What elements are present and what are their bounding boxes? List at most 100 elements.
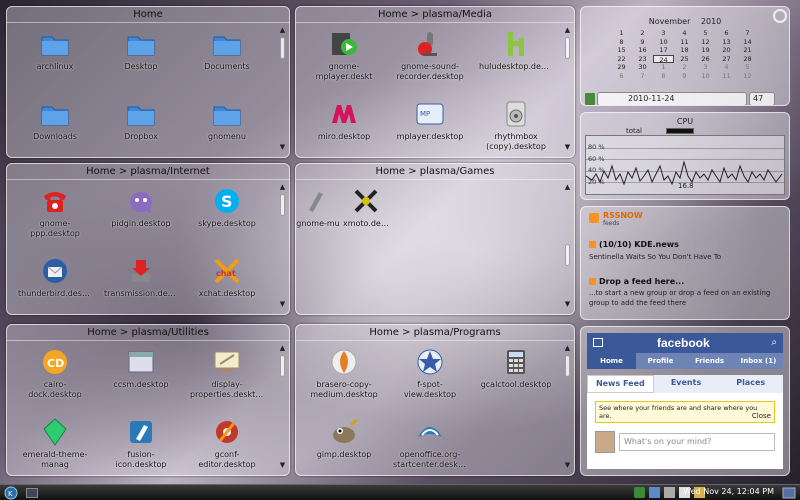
network-icon[interactable]: [649, 487, 660, 498]
scroll-down-icon[interactable]: ▼: [564, 144, 571, 151]
calendar-day[interactable]: 5: [737, 63, 758, 72]
folderview-internet[interactable]: Home > plasma/Internet gnome-ppp.desktop…: [6, 163, 290, 315]
panel-toolbox-icon[interactable]: [782, 487, 796, 499]
scrollbar[interactable]: ▲ ▼: [564, 184, 571, 308]
scroll-up-icon[interactable]: ▲: [279, 27, 286, 34]
scroll-down-icon[interactable]: ▼: [564, 462, 571, 469]
calendar-day[interactable]: 1: [653, 63, 674, 72]
scrollbar[interactable]: ▲ ▼: [564, 345, 571, 469]
facebook-menu-icon[interactable]: [593, 338, 603, 347]
desktop-item-ccsm[interactable]: ccsm.desktop: [103, 347, 179, 390]
scroll-up-icon[interactable]: ▲: [564, 184, 571, 191]
desktop-item-openoffice[interactable]: openoffice.org-startcenter.desktop: [392, 417, 468, 470]
calendar-day[interactable]: 15: [611, 46, 632, 55]
calendar-day[interactable]: 21: [737, 46, 758, 55]
tab-news-feed[interactable]: News Feed: [587, 375, 654, 393]
calendar-day[interactable]: 23: [632, 55, 653, 64]
scroll-up-icon[interactable]: ▲: [279, 345, 286, 352]
scroll-thumb[interactable]: [565, 355, 570, 377]
desktop-item-miro[interactable]: miro.desktop: [306, 99, 382, 142]
search-icon[interactable]: ⌕: [771, 337, 777, 348]
calendar-day[interactable]: 4: [674, 29, 695, 38]
scrollbar[interactable]: ▲ ▼: [279, 184, 286, 308]
calendar-day[interactable]: 14: [737, 38, 758, 47]
scrollbar[interactable]: ▲ ▼: [564, 27, 571, 151]
week-number-spinbox[interactable]: 47: [749, 92, 775, 105]
rss-item-summary[interactable]: Sentinella Waits So You Don't Have To: [589, 253, 721, 261]
scroll-thumb[interactable]: [280, 194, 285, 216]
desktop-item-thunderbird[interactable]: thunderbird.desktop: [17, 256, 93, 299]
calendar-day[interactable]: 13: [716, 38, 737, 47]
desktop-item-gconf[interactable]: gconf-editor.desktop: [189, 417, 265, 470]
calendar-day[interactable]: 9: [674, 72, 695, 81]
desktop-item-fusion[interactable]: fusion-icon.desktop: [103, 417, 179, 470]
calendar-day[interactable]: 22: [611, 55, 632, 64]
desktop-item-games-generic[interactable]: gnome-mu: [296, 186, 342, 229]
scroll-down-icon[interactable]: ▼: [279, 301, 286, 308]
calendar-day[interactable]: 20: [716, 46, 737, 55]
desktop-item-mplayer-play[interactable]: gnome-mplayer.deskt: [306, 29, 382, 82]
calendar-day[interactable]: 7: [737, 29, 758, 38]
desktop-item-fspot[interactable]: f-spot-view.desktop: [392, 347, 468, 400]
calendar-day[interactable]: 2: [674, 63, 695, 72]
nav-friends[interactable]: Friends: [685, 353, 734, 369]
calendar-day[interactable]: 8: [653, 72, 674, 81]
calendar-icon[interactable]: [585, 93, 595, 105]
calendar-month[interactable]: November: [649, 17, 691, 26]
scroll-down-icon[interactable]: ▼: [564, 301, 571, 308]
desktop-item-transmission[interactable]: transmission.desktop: [103, 256, 179, 299]
desktop-item-brasero[interactable]: brasero-copy-medium.desktop: [306, 347, 382, 400]
scrollbar[interactable]: ▲ ▼: [279, 27, 286, 151]
clock[interactable]: Wed Nov 24, 12:04 PM: [683, 487, 774, 496]
calendar-year[interactable]: 2010: [701, 17, 721, 26]
scroll-thumb[interactable]: [280, 355, 285, 377]
folderview-games[interactable]: Home > plasma/Games gnome-mu xmoto.deskt …: [295, 163, 575, 315]
desktop-item-xchat[interactable]: chat xchat.desktop: [189, 256, 265, 299]
desktop-item-folder[interactable]: gnomenu: [189, 99, 265, 142]
cpu-monitor-widget[interactable]: CPU total 80 % 60 % 40 % 20 % 16.8: [580, 112, 790, 200]
calendar-day[interactable]: 8: [611, 38, 632, 47]
calendar-day[interactable]: 12: [695, 38, 716, 47]
calendar-day[interactable]: 3: [653, 29, 674, 38]
desktop-item-emerald[interactable]: emerald-theme-manag: [17, 417, 93, 470]
folderview-media[interactable]: Home > plasma/Media gnome-mplayer.deskt g…: [295, 6, 575, 158]
notice-close-button[interactable]: Close: [752, 412, 771, 420]
calendar-day[interactable]: 9: [632, 38, 653, 47]
calendar-day[interactable]: 4: [716, 63, 737, 72]
calendar-day[interactable]: 24: [653, 54, 674, 63]
calendar-day[interactable]: 30: [632, 63, 653, 72]
tab-events[interactable]: Events: [654, 375, 719, 393]
desktop-item-cairo-dock[interactable]: CD cairo-dock.desktop: [17, 347, 93, 400]
desktop-item-hulu[interactable]: huludesktop.desktop: [478, 29, 554, 72]
desktop-item-folder[interactable]: Downloads: [17, 99, 93, 142]
calendar-day[interactable]: 29: [611, 63, 632, 72]
scroll-up-icon[interactable]: ▲: [564, 345, 571, 352]
desktop-item-pidgin[interactable]: pidgin.desktop: [103, 186, 179, 229]
nav-profile[interactable]: Profile: [636, 353, 685, 369]
calendar-day[interactable]: 5: [695, 29, 716, 38]
calendar-day[interactable]: 17: [653, 46, 674, 55]
calendar-day[interactable]: 27: [716, 55, 737, 64]
folderview-programs[interactable]: Home > plasma/Programs brasero-copy-medi…: [295, 324, 575, 476]
calendar-day[interactable]: 28: [737, 55, 758, 64]
scroll-thumb[interactable]: [280, 37, 285, 59]
scroll-down-icon[interactable]: ▼: [279, 462, 286, 469]
calendar-day[interactable]: 1: [611, 29, 632, 38]
folderview-home[interactable]: Home archlinux Desktop Documents Downloads D…: [6, 6, 290, 158]
desktop-item-rhythmbox[interactable]: rhythmbox (copy).desktop: [478, 99, 554, 152]
desktop-item-sound-recorder[interactable]: gnome-sound-recorder.desktop: [392, 29, 468, 82]
desktop-item-folder[interactable]: Documents: [189, 29, 265, 72]
status-input[interactable]: What's on your mind?: [619, 433, 775, 451]
volume-icon[interactable]: [664, 487, 675, 498]
nav-home[interactable]: Home: [587, 353, 636, 369]
desktop-item-mplayer[interactable]: MP mplayer.desktop: [392, 99, 468, 142]
nav-inbox[interactable]: Inbox (1): [734, 353, 783, 369]
calendar-day[interactable]: 10: [695, 72, 716, 81]
calendar-day[interactable]: 11: [674, 38, 695, 47]
desktop-item-skype[interactable]: Sskype.desktop: [189, 186, 265, 229]
desktop-item-folder[interactable]: Dropbox: [103, 99, 179, 142]
rss-widget[interactable]: RSSNOW feeds (10/10) KDE.news Sentinella…: [580, 206, 790, 320]
desktop-item-folder[interactable]: archlinux: [17, 29, 93, 72]
folderview-utilities[interactable]: Home > plasma/Utilities CD cairo-dock.des…: [6, 324, 290, 476]
calendar-day[interactable]: 26: [695, 55, 716, 64]
